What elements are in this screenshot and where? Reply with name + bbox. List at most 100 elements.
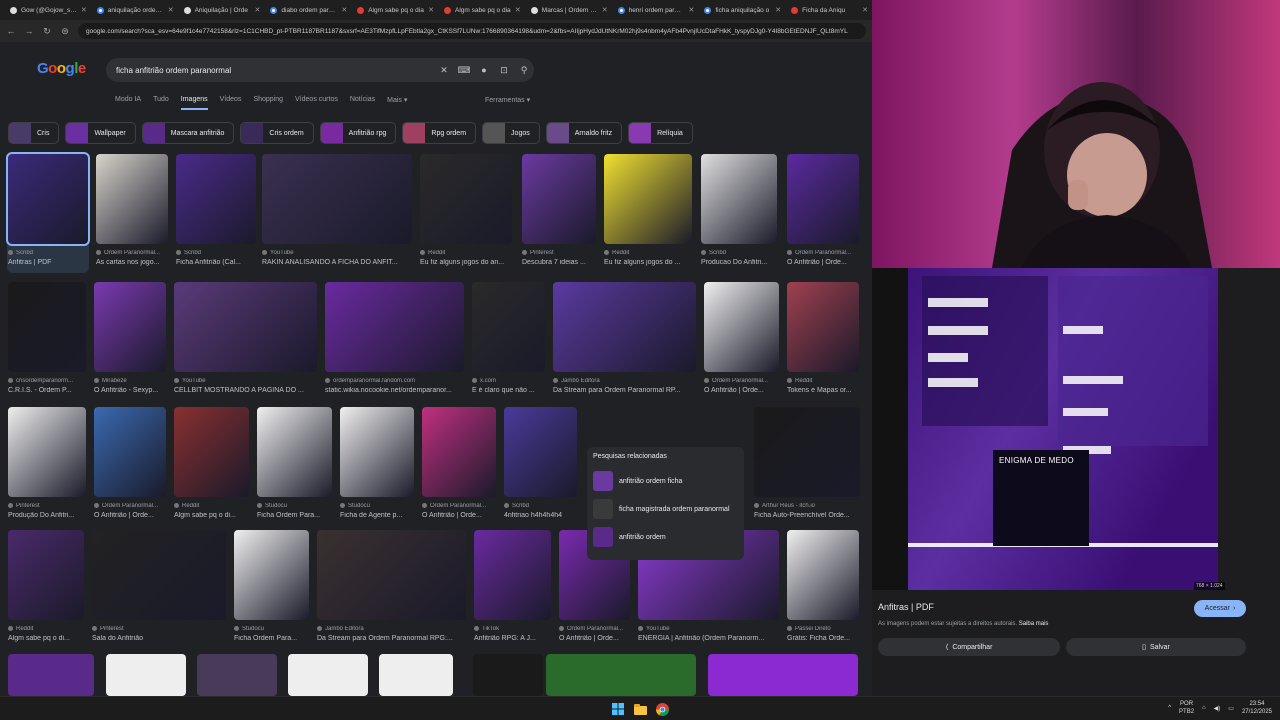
refinement-chip[interactable]: Arnaldo fritz — [545, 122, 623, 144]
image-result[interactable]: TikTok Anfitrião RPG: A J... — [474, 530, 551, 650]
image-result[interactable]: Studocu Ficha de Agente p... — [340, 407, 414, 527]
refinement-chip[interactable]: Mascara anfitrião — [141, 122, 235, 144]
search-input[interactable]: ficha anfitrião ordem paranormal — [116, 66, 434, 75]
result-thumbnail[interactable] — [787, 530, 859, 620]
preview-image[interactable]: ENIGMA DE MEDO — [908, 268, 1218, 590]
image-result[interactable]: Reddit Eu fiz alguns jogos do an... — [420, 154, 512, 274]
result-thumbnail[interactable] — [288, 654, 368, 696]
browser-tab[interactable]: Algm sabe pq o dia ✕ — [440, 2, 525, 18]
browser-tab[interactable]: Algm sabe pq o dia ✕ — [353, 2, 438, 18]
result-thumbnail[interactable] — [92, 530, 226, 620]
result-thumbnail[interactable] — [472, 282, 545, 372]
image-result[interactable]: x.com E é claro que não ... — [472, 282, 545, 402]
network-icon[interactable]: ⌂ — [1202, 705, 1206, 711]
result-thumbnail[interactable] — [604, 154, 692, 244]
result-title[interactable]: Anfitrião RPG: A J... — [474, 635, 551, 642]
result-title[interactable]: E é claro que não ... — [472, 387, 545, 394]
image-result[interactable]: Reddit Tokens e Mapas or... — [787, 282, 859, 402]
related-search-item[interactable]: anfitrião ordem — [593, 523, 738, 551]
result-thumbnail[interactable] — [379, 654, 453, 696]
tab-close-icon[interactable]: ✕ — [428, 6, 434, 14]
result-title[interactable]: O Anfitrião - Sexyp... — [94, 387, 166, 394]
chrome-icon[interactable] — [654, 701, 670, 717]
result-title[interactable]: 4nfitriao h4h4h4h4 — [504, 512, 577, 519]
tab-close-icon[interactable]: ✕ — [689, 6, 695, 14]
result-title[interactable]: O Anfitrião | Orde... — [94, 512, 166, 519]
search-tab[interactable]: Modo IA — [115, 96, 141, 110]
result-title[interactable]: Ficha Anfitrião (Cal... — [176, 259, 256, 266]
result-title[interactable]: CELLBIT MOSTRANDO A PÁGINA DO ... — [174, 387, 317, 394]
result-thumbnail[interactable] — [94, 407, 166, 497]
search-tab[interactable]: Vídeos — [220, 96, 242, 110]
result-title[interactable]: O Anfitrião | Orde... — [704, 387, 779, 394]
site-info-icon[interactable]: ⊜ — [60, 26, 70, 37]
result-title[interactable]: Ficha de Agente p... — [340, 512, 414, 519]
result-thumbnail[interactable] — [787, 154, 859, 244]
tab-close-icon[interactable]: ✕ — [341, 6, 347, 14]
result-thumbnail[interactable] — [8, 530, 84, 620]
result-title[interactable]: Grátis: Ficha Orde... — [787, 635, 859, 642]
search-tab[interactable]: Shopping — [253, 96, 283, 110]
visit-button[interactable]: Acessar › — [1194, 600, 1246, 617]
image-result[interactable]: Pinterest Produção Do Anfitri... — [8, 407, 86, 527]
url-field[interactable]: google.com/search?sca_esv=64e9f1c4e77421… — [78, 23, 866, 39]
refinement-chip[interactable]: Wallpaper — [65, 122, 136, 144]
image-result[interactable]: Scribd 4nfitriao h4h4h4h4 — [504, 407, 577, 527]
browser-tab[interactable]: henri ordem parano ✕ — [614, 2, 699, 18]
refinement-chip[interactable]: Cris — [8, 122, 60, 144]
file-explorer-icon[interactable] — [632, 701, 648, 717]
image-result[interactable]: Studocu Ficha Ordem Para... — [257, 407, 332, 527]
volume-icon[interactable]: ◀) — [1214, 705, 1221, 712]
language-indicator[interactable]: POR PTB2 — [1179, 700, 1194, 716]
tools-button[interactable]: Ferramentas ▾ — [485, 96, 530, 104]
result-title[interactable]: Eu fiz alguns jogos do ... — [604, 259, 692, 266]
result-thumbnail[interactable] — [708, 654, 858, 696]
result-thumbnail[interactable] — [340, 407, 414, 497]
refinement-chip[interactable]: Relíquia — [628, 122, 693, 144]
search-tab[interactable]: Vídeos curtos — [295, 96, 338, 110]
chevron-up-icon[interactable]: ^ — [1168, 705, 1171, 711]
result-thumbnail[interactable] — [257, 407, 332, 497]
browser-tab[interactable]: diabo ordem paranor ✕ — [266, 2, 351, 18]
preview-title[interactable]: Anfitras | PDF — [878, 602, 934, 612]
result-title[interactable]: O Anfitrião | Orde... — [787, 259, 859, 266]
image-result[interactable]: YouTube CELLBIT MOSTRANDO A PÁGINA DO ... — [174, 282, 317, 402]
search-tab[interactable]: Imagens — [180, 96, 208, 110]
tab-close-icon[interactable]: ✕ — [81, 6, 87, 14]
result-title[interactable]: Da Stream para Ordem Paranormal RPG:... — [317, 635, 466, 642]
result-thumbnail[interactable] — [94, 282, 166, 372]
result-title[interactable]: Algm sabe pq o di... — [8, 635, 84, 642]
image-result[interactable]: Ordem Paranormal... O Anfitrião | Orde... — [422, 407, 496, 527]
search-tab[interactable]: Mais ▾ — [387, 96, 407, 110]
result-thumbnail[interactable] — [8, 407, 86, 497]
image-result[interactable]: Pinterest Sala do Anfitrião — [92, 530, 226, 650]
result-thumbnail[interactable] — [474, 530, 551, 620]
result-thumbnail[interactable] — [787, 282, 859, 372]
reload-icon[interactable]: ↻ — [42, 26, 52, 37]
image-result[interactable]: Reddit Algm sabe pq o di... — [8, 530, 84, 650]
image-result[interactable]: Passei Direto Grátis: Ficha Orde... — [787, 530, 859, 650]
image-result[interactable]: Arthur Reus - itch.io Ficha Auto-Preenchí… — [754, 407, 860, 527]
refinement-chip[interactable]: Cris ordem — [240, 122, 314, 144]
result-title[interactable]: O Anfitrião | Orde... — [422, 512, 496, 519]
microphone-icon[interactable]: ● — [474, 65, 494, 75]
result-thumbnail[interactable] — [174, 407, 249, 497]
result-title[interactable]: Descubra 7 ideias ... — [522, 259, 596, 266]
search-icon[interactable]: ⚲ — [514, 65, 534, 76]
result-thumbnail[interactable] — [96, 154, 168, 244]
result-title[interactable]: Tokens e Mapas or... — [787, 387, 859, 394]
lens-icon[interactable]: ⊡ — [494, 65, 514, 76]
google-logo[interactable]: Google — [37, 60, 86, 77]
tab-close-icon[interactable]: ✕ — [775, 6, 781, 14]
result-thumbnail[interactable] — [8, 282, 86, 372]
result-thumbnail[interactable] — [174, 282, 317, 372]
result-title[interactable]: Algm sabe pq o di... — [174, 512, 249, 519]
result-title[interactable]: Ficha Ordem Para... — [234, 635, 309, 642]
image-result[interactable]: ordemparanormal.fandom.com static.wikia.n… — [325, 282, 464, 402]
clear-icon[interactable]: ✕ — [434, 65, 454, 76]
result-title[interactable]: static.wikia.nocookie.net/ordemparanor..… — [325, 387, 464, 394]
tab-close-icon[interactable]: ✕ — [862, 6, 868, 14]
result-title[interactable]: Eu fiz alguns jogos do an... — [420, 259, 512, 266]
result-title[interactable]: Produção Do Anfitri... — [8, 512, 86, 519]
browser-tab[interactable]: aniquilação ordem p ✕ — [93, 2, 178, 18]
